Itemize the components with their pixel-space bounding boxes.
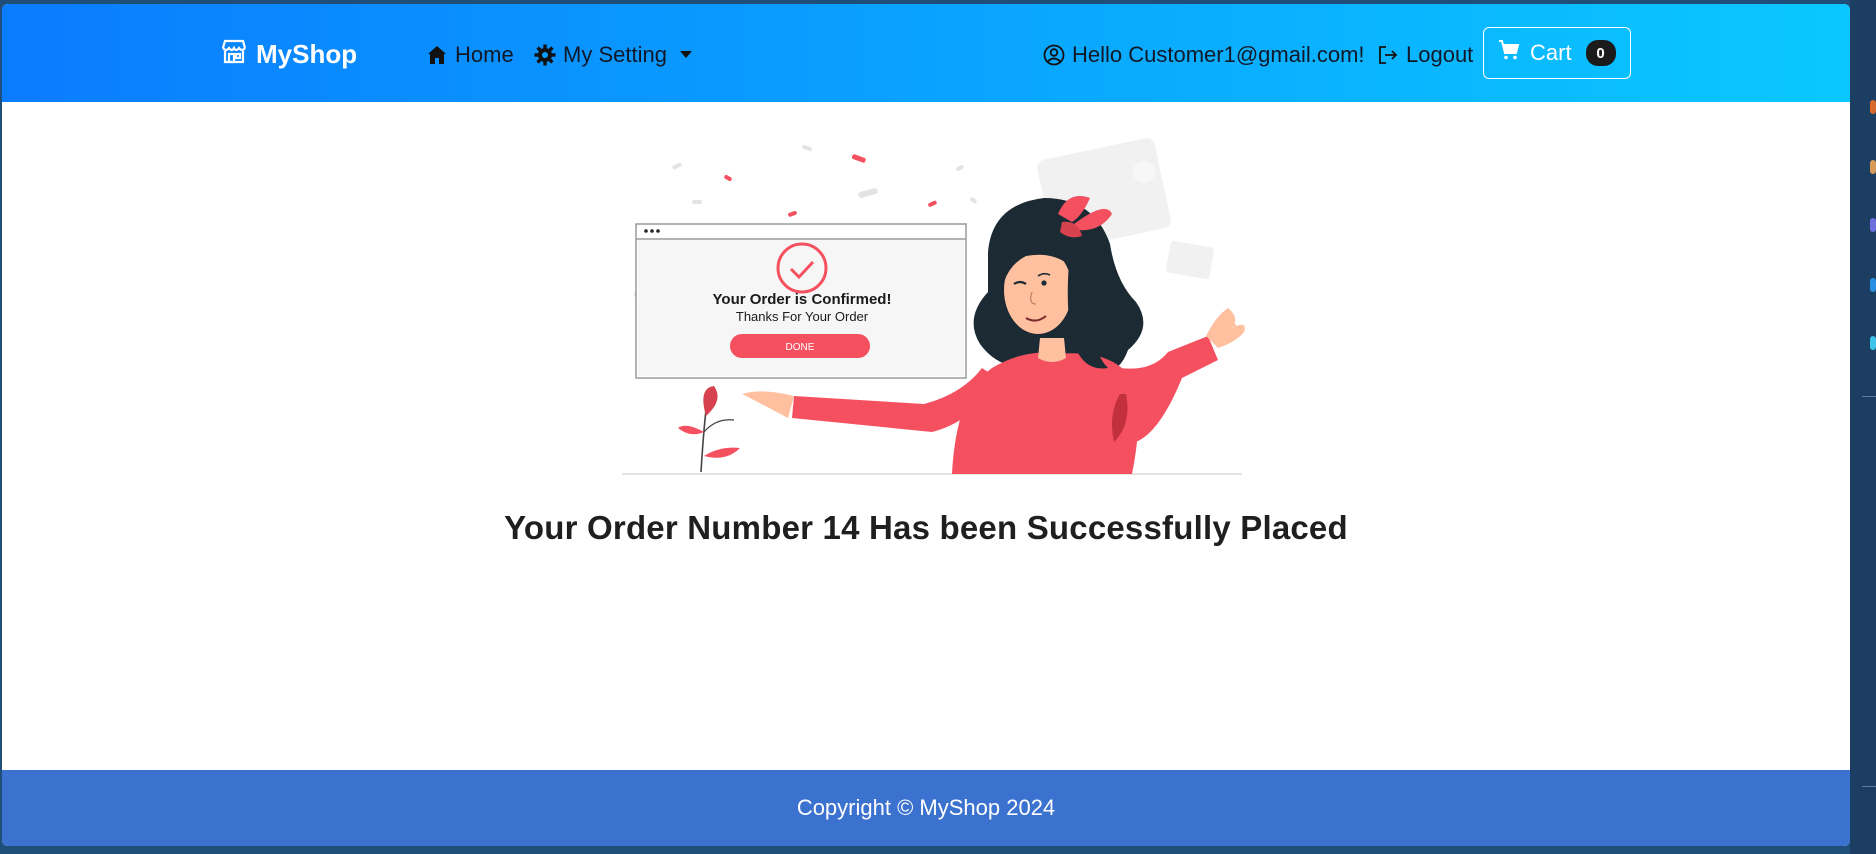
brand-name: MyShop <box>256 39 358 69</box>
cart-icon <box>1498 39 1520 67</box>
nav-settings-dropdown[interactable]: My Setting <box>534 42 692 68</box>
taskbar-app-icon[interactable] <box>1870 278 1876 292</box>
home-icon <box>426 44 448 66</box>
nav-settings-label: My Setting <box>563 42 667 67</box>
taskbar-divider <box>1862 396 1876 397</box>
card-title: Your Order is Confirmed! <box>713 291 892 308</box>
taskbar-divider <box>1862 786 1876 787</box>
order-confirmed-illustration: Your Order is Confirmed! Thanks For Your… <box>612 132 1252 478</box>
user-circle-icon <box>1043 44 1065 66</box>
nav-home[interactable]: Home <box>426 42 514 68</box>
greeting-text: Hello Customer1@gmail.com! <box>1072 42 1365 67</box>
taskbar-app-icon[interactable] <box>1870 100 1876 114</box>
footer: Copyright © MyShop 2024 <box>2 770 1850 846</box>
logout-label: Logout <box>1406 42 1474 67</box>
confirmation-card: Your Order is Confirmed! Thanks For Your… <box>635 223 967 379</box>
taskbar-app-icon[interactable] <box>1870 336 1876 350</box>
user-greeting: Hello Customer1@gmail.com! <box>1043 42 1365 68</box>
card-done-button: DONE <box>786 342 815 353</box>
browser-window: MyShop Home My Setting Hello Customer1@g… <box>2 4 1850 846</box>
logout-link[interactable]: Logout <box>1377 42 1473 68</box>
taskbar-app-icon[interactable] <box>1870 218 1876 232</box>
store-icon <box>220 38 248 71</box>
order-success-message: Your Order Number 14 Has been Successful… <box>504 509 1348 546</box>
cart-button[interactable]: Cart 0 <box>1483 27 1631 79</box>
brand-link[interactable]: MyShop <box>220 38 357 71</box>
plant <box>678 386 740 473</box>
gear-icon <box>534 44 556 66</box>
taskbar-app-icon[interactable] <box>1870 160 1876 174</box>
nav-home-label: Home <box>455 42 514 67</box>
logout-icon <box>1377 44 1399 66</box>
cart-label: Cart <box>1530 40 1572 65</box>
card-subtitle: Thanks For Your Order <box>736 309 869 324</box>
caret-down-icon <box>679 51 692 59</box>
desktop-background-strip <box>1850 0 1876 854</box>
cart-count-badge: 0 <box>1585 40 1616 66</box>
navbar: MyShop Home My Setting Hello Customer1@g… <box>2 4 1850 102</box>
copyright-text: Copyright © MyShop 2024 <box>796 795 1056 820</box>
